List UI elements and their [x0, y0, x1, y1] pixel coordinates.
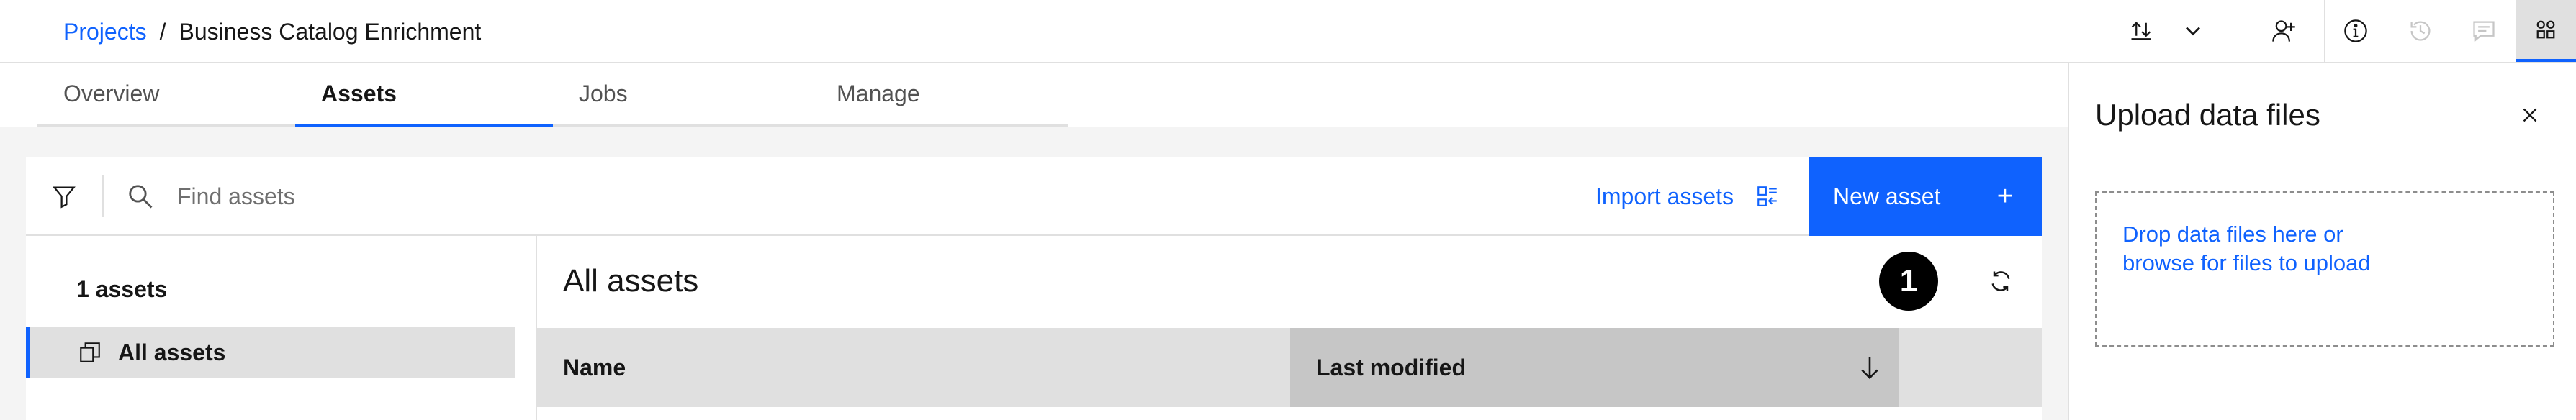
filter-icon [53, 186, 76, 209]
dropzone-text-line1: Drop data files here or [2122, 222, 2343, 247]
refresh-icon [1991, 271, 2010, 291]
top-header: Projects / Business Catalog Enrichment [0, 0, 2576, 63]
chevron-down-icon [2186, 27, 2200, 36]
project-tabs: Overview Assets Jobs Manage [0, 63, 2068, 127]
import-assets-label: Import assets [1595, 183, 1734, 209]
asset-types-sidebar: 1 assets All assets [26, 236, 537, 420]
assets-toolbar: Import assets New asset + [26, 157, 2042, 236]
import-assets-button[interactable]: Import assets [1595, 157, 1780, 236]
step-number-badge: 1 [1879, 252, 1938, 311]
tab-label: Overview [63, 80, 160, 106]
tab-overview[interactable]: Overview [37, 63, 295, 127]
copy-icon [80, 342, 100, 362]
toolbar-divider [102, 175, 104, 217]
history-icon [2410, 21, 2431, 41]
info-icon [2344, 19, 2367, 42]
tab-jobs[interactable]: Jobs [553, 63, 811, 127]
chat-icon [2473, 21, 2495, 42]
breadcrumb-separator: / [159, 18, 166, 45]
search-input[interactable] [177, 175, 1437, 217]
new-asset-button[interactable]: New asset + [1809, 157, 2042, 236]
column-header-actions [1899, 328, 2042, 407]
assets-table-header: Name Last modified [537, 328, 2042, 407]
tab-label: Assets [321, 80, 397, 106]
file-dropzone[interactable]: Drop data files here or browse for files… [2095, 191, 2554, 347]
plus-icon: + [1996, 181, 2013, 211]
import-icon [1757, 186, 1777, 206]
close-icon [2523, 108, 2537, 122]
upload-download-icon [2131, 22, 2151, 40]
tab-manage[interactable]: Manage [811, 63, 1068, 127]
apps-icon [2536, 20, 2555, 39]
breadcrumb-current-project: Business Catalog Enrichment [179, 18, 482, 45]
upload-data-files-panel: Upload data files Drop data files here o… [2068, 63, 2576, 420]
history-button[interactable] [2395, 0, 2446, 62]
sidebar-item-all-assets[interactable]: All assets [26, 327, 515, 378]
column-header-name[interactable]: Name [537, 328, 1290, 407]
column-label: Last modified [1316, 354, 1467, 380]
column-label: Name [563, 354, 626, 380]
add-collaborator-button[interactable] [2258, 0, 2310, 62]
main-area: Overview Assets Jobs Manage Import asset… [0, 63, 2068, 420]
refresh-button[interactable] [1977, 257, 2025, 305]
header-divider [2324, 0, 2325, 62]
column-header-last-modified[interactable]: Last modified [1290, 328, 1899, 407]
comments-button[interactable] [2458, 0, 2510, 62]
project-info-button[interactable] [2330, 0, 2382, 62]
search-icon [129, 185, 153, 209]
assets-content: All assets 1 Name Last modified [537, 236, 2042, 420]
asset-count: 1 assets [76, 276, 168, 302]
panel-title: Upload data files [2095, 98, 2320, 132]
add-user-icon [2272, 20, 2295, 42]
apps-panel-button[interactable] [2516, 0, 2576, 62]
sidebar-item-label: All assets [118, 339, 226, 365]
content-title: All assets [563, 263, 699, 298]
close-panel-button[interactable] [2508, 93, 2552, 137]
filter-button[interactable] [26, 157, 102, 236]
dropzone-text-line2: browse for files to upload [2122, 250, 2371, 275]
upload-download-button[interactable] [2115, 0, 2167, 62]
upload-menu-dropdown[interactable] [2167, 0, 2219, 62]
new-asset-label: New asset [1833, 183, 1941, 209]
tab-label: Jobs [579, 80, 628, 106]
tab-label: Manage [837, 80, 920, 106]
tab-assets[interactable]: Assets [295, 63, 553, 127]
arrow-down-icon [1861, 357, 1878, 380]
breadcrumb: Projects / Business Catalog Enrichment [63, 0, 481, 63]
breadcrumb-projects-link[interactable]: Projects [63, 19, 147, 45]
